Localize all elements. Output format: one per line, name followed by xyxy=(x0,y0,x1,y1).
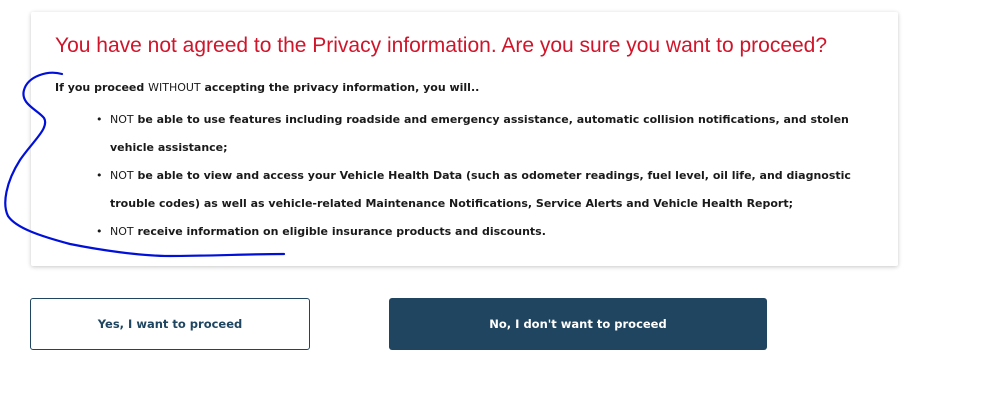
intro-text-end: accepting the privacy information, you w… xyxy=(200,81,480,94)
bullet-prefix: NOT xyxy=(110,169,134,182)
yes-proceed-button[interactable]: Yes, I want to proceed xyxy=(30,298,310,350)
privacy-confirmation-page: You have not agreed to the Privacy infor… xyxy=(0,0,982,420)
bullet-text: be able to view and access your Vehicle … xyxy=(110,169,851,210)
intro-text-without: WITHOUT xyxy=(148,81,201,94)
intro-text-start: If you proceed xyxy=(55,81,149,94)
dialog-title: You have not agreed to the Privacy infor… xyxy=(55,34,828,57)
consequence-item-health-data: NOT be able to view and access your Vehi… xyxy=(96,162,890,218)
no-proceed-button[interactable]: No, I don't want to proceed xyxy=(389,298,767,350)
consequence-item-insurance: NOT receive information on eligible insu… xyxy=(96,218,890,246)
consequences-list: NOT be able to use features including ro… xyxy=(96,106,890,246)
intro-text: If you proceed WITHOUT accepting the pri… xyxy=(55,81,479,94)
bullet-text: receive information on eligible insuranc… xyxy=(133,225,546,238)
bullet-prefix: NOT xyxy=(110,225,134,238)
bullet-text: be able to use features including roadsi… xyxy=(110,113,849,154)
yes-proceed-label: Yes, I want to proceed xyxy=(97,317,243,331)
no-proceed-label: No, I don't want to proceed xyxy=(489,317,667,331)
privacy-warning-card: You have not agreed to the Privacy infor… xyxy=(31,12,898,266)
consequence-item-features: NOT be able to use features including ro… xyxy=(96,106,890,162)
bullet-prefix: NOT xyxy=(110,113,134,126)
